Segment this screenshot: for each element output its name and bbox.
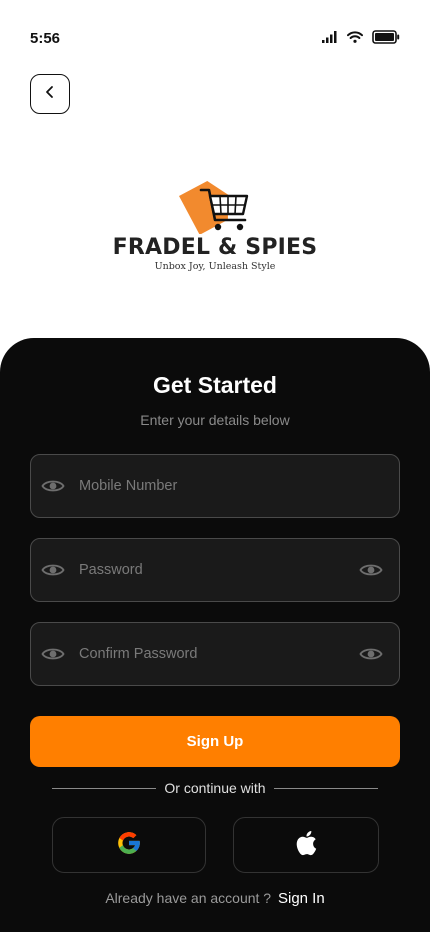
divider-text: Or continue with [164, 780, 266, 796]
mobile-number-input[interactable] [79, 455, 349, 517]
eye-icon [41, 476, 65, 501]
wifi-icon [347, 31, 363, 43]
google-icon [116, 830, 142, 861]
shopping-cart-tag-icon [0, 170, 430, 234]
eye-toggle-icon[interactable] [359, 560, 383, 585]
sign-in-link[interactable]: Sign In [278, 890, 325, 907]
brand-logo: FRADEL & SPIES Unbox Joy, Unleash Style [0, 170, 430, 272]
password-input[interactable] [79, 539, 349, 601]
continue-with-divider: Or continue with [52, 779, 379, 797]
signal-icon [322, 31, 338, 43]
eye-icon [41, 560, 65, 585]
eye-toggle-icon[interactable] [359, 644, 383, 669]
confirm-password-input[interactable] [79, 623, 349, 685]
sign-up-button[interactable]: Sign Up [30, 716, 400, 767]
confirm-password-field[interactable] [30, 622, 400, 686]
signup-panel: Get Started Enter your details below Mob… [0, 338, 430, 932]
status-icons [322, 30, 400, 44]
divider-line-right [273, 787, 379, 789]
page-subtitle: Enter your details below [140, 412, 290, 428]
mobile-number-field[interactable] [30, 454, 400, 518]
page-title: Get Started [153, 372, 277, 398]
battery-icon [372, 30, 400, 44]
footer-prompt-text: Already have an account ? [105, 890, 272, 906]
chevron-left-icon [44, 85, 56, 104]
eye-icon [41, 644, 65, 669]
divider-line-left [52, 787, 157, 789]
apple-icon [295, 830, 317, 861]
google-sign-in-button[interactable] [52, 817, 206, 873]
brand-tagline: Unbox Joy, Unleash Style [154, 261, 276, 272]
password-field[interactable] [30, 538, 400, 602]
brand-name: FRADEL & SPIES [112, 235, 318, 260]
back-button[interactable] [30, 74, 70, 114]
apple-sign-in-button[interactable] [233, 817, 379, 873]
status-time: 5:56 [30, 30, 61, 47]
status-bar: 5:56 [0, 0, 430, 76]
sign-in-prompt: Already have an account ? Sign In [0, 890, 430, 907]
